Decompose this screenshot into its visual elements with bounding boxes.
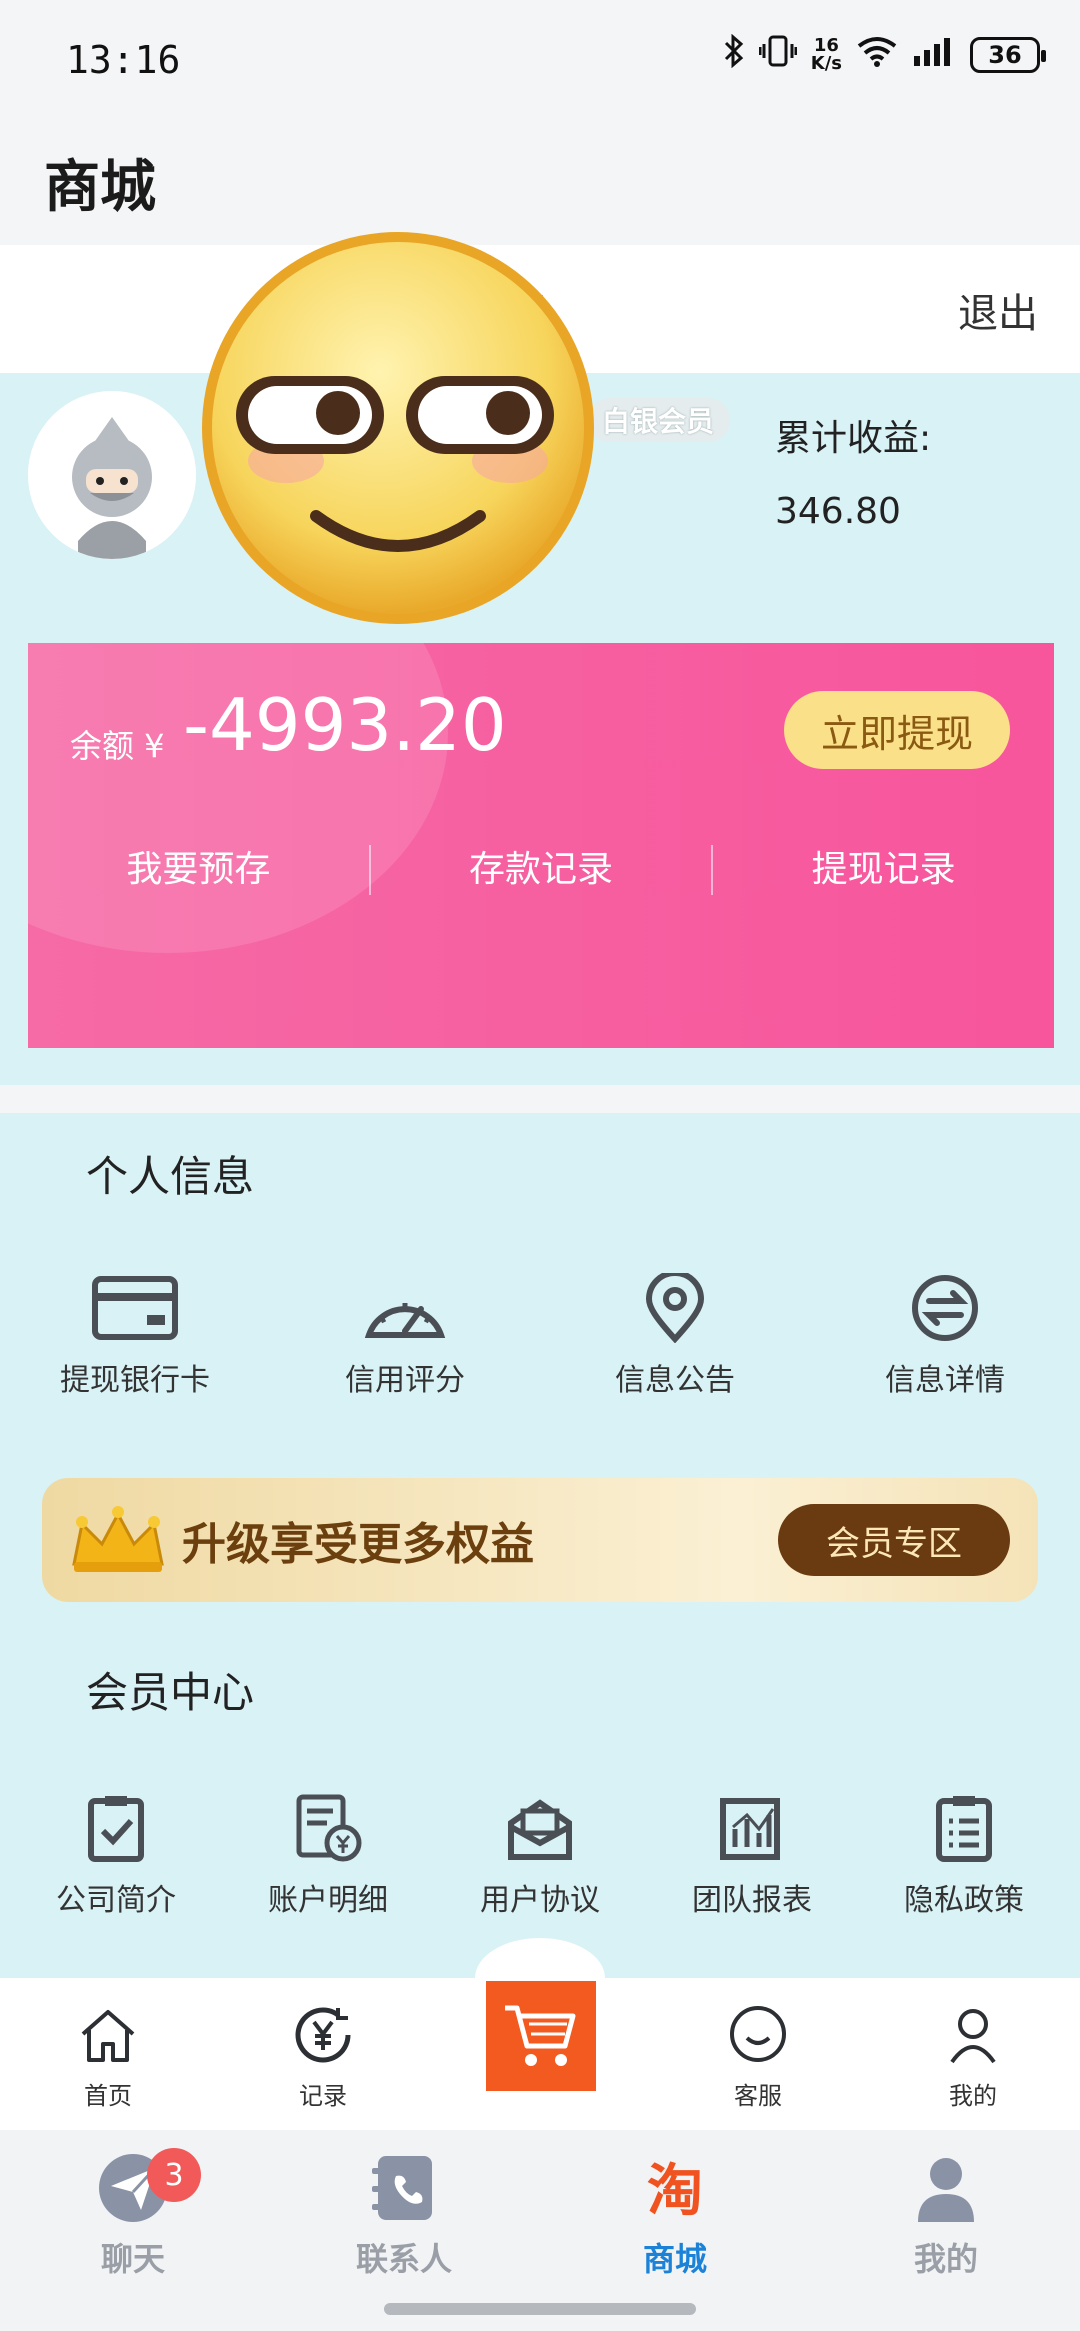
tab-chat-label: 聊天: [100, 2240, 165, 2278]
withdraw-records-button[interactable]: 提现记录: [713, 843, 1054, 897]
person-icon: [918, 2158, 974, 2222]
user-icon: [950, 2009, 996, 2064]
credit-score-entry[interactable]: 信用评分: [270, 1273, 540, 1399]
user-agreement-entry[interactable]: 用户协议: [434, 1793, 646, 1919]
account-details-label: 账户明细: [268, 1883, 388, 1918]
bank-card-label: 提现银行卡: [60, 1363, 210, 1398]
chat-unread-badge: 3: [147, 2148, 201, 2202]
location-pin-icon: [645, 1273, 705, 1343]
earnings-value: 346.80: [775, 491, 901, 532]
nav-records-label: 记录: [299, 2082, 347, 2110]
deposit-records-button[interactable]: 存款记录: [371, 843, 712, 897]
nav-home[interactable]: 首页: [48, 2004, 168, 2111]
status-bar: 13:16 16 K/s 36: [0, 0, 1080, 120]
list-icon: [936, 1796, 992, 1862]
avatar[interactable]: [28, 391, 196, 559]
announcements-label: 信息公告: [615, 1363, 735, 1398]
member-center-title: 会员中心: [86, 1668, 255, 1717]
home-icon: [81, 2010, 135, 2062]
prepay-button[interactable]: 我要预存: [28, 843, 369, 897]
vibrate-icon: [758, 34, 798, 76]
network-speed: 16 K/s: [811, 37, 842, 73]
bank-card-entry[interactable]: 提现银行卡: [0, 1273, 270, 1399]
vip-zone-button[interactable]: 会员专区: [778, 1504, 1010, 1576]
privacy-policy-label: 隐私政策: [904, 1883, 1024, 1918]
card-icon: [92, 1276, 178, 1340]
withdraw-now-button[interactable]: 立即提现: [784, 691, 1010, 769]
team-report-label: 团队报表: [692, 1883, 812, 1918]
clipboard-check-icon: [88, 1796, 144, 1862]
status-icons: 16 K/s 36: [723, 33, 1046, 76]
cart-icon: [505, 2005, 576, 2066]
network-speed-unit: K/s: [810, 53, 842, 74]
company-profile-label: 公司简介: [56, 1883, 176, 1918]
home-indicator[interactable]: [384, 2303, 696, 2315]
tab-me[interactable]: 我的: [866, 2152, 1026, 2280]
credit-score-label: 信用评分: [345, 1363, 465, 1398]
bill-icon: [296, 1794, 362, 1862]
wifi-icon: [856, 35, 898, 75]
info-details-label: 信息详情: [885, 1363, 1005, 1398]
info-details-entry[interactable]: 信息详情: [810, 1273, 1080, 1399]
member-level-badge: 白银会员: [588, 398, 731, 442]
bluetooth-icon: [723, 33, 745, 76]
team-report-entry[interactable]: 团队报表: [646, 1793, 858, 1919]
signal-icon: [912, 36, 956, 74]
app-tab-bar: 3 聊天 联系人 淘 商城 我的: [0, 2130, 1080, 2331]
personal-info-grid: 提现银行卡 信用评分 信息公告 信息详情: [0, 1273, 1080, 1399]
emoji-sticker: [196, 226, 600, 630]
content-area: 个人信息 提现银行卡 信用评分 信息公告 信息详情 升级享受更多权益 会员专区 …: [0, 1113, 1080, 1978]
nav-home-label: 首页: [84, 2082, 132, 2110]
upgrade-banner[interactable]: 升级享受更多权益 会员专区: [42, 1478, 1038, 1602]
member-center-grid: 公司简介 账户明细 用户协议 团队报表 隐私政策: [0, 1793, 1080, 1919]
chart-icon: [720, 1798, 780, 1860]
balance-value: -4993.20: [183, 683, 507, 767]
tab-chat[interactable]: 3 聊天: [53, 2148, 213, 2280]
cart-button[interactable]: [486, 1981, 596, 2091]
tao-icon: 淘: [647, 2159, 703, 2224]
tab-mall-label: 商城: [642, 2240, 707, 2278]
wallet-actions: 我要预存 存款记录 提现记录: [28, 843, 1054, 897]
logout-button[interactable]: 退出: [958, 281, 1038, 339]
tab-me-label: 我的: [913, 2240, 978, 2278]
battery-indicator: 36: [970, 37, 1046, 73]
status-time: 13:16: [66, 38, 181, 82]
tab-contacts-label: 联系人: [355, 2240, 452, 2278]
yuan-record-icon: [295, 2007, 351, 2063]
chat-bubble-icon: [730, 2006, 786, 2062]
member-badge-label: 白银会员: [602, 405, 715, 438]
envelope-icon: [508, 1799, 572, 1860]
earnings-label: 累计收益:: [775, 418, 932, 459]
wallet-card: 余额 ¥ -4993.20 立即提现 我要预存 存款记录 提现记录: [28, 643, 1054, 1048]
tab-contacts[interactable]: 联系人: [324, 2152, 484, 2280]
personal-info-title: 个人信息: [86, 1152, 255, 1201]
page-title: 商城: [44, 155, 156, 220]
gauge-icon: [364, 1303, 446, 1338]
upgrade-text: 升级享受更多权益: [182, 1519, 534, 1570]
swap-icon: [912, 1275, 978, 1341]
balance-label: 余额 ¥: [70, 727, 165, 765]
announcements-entry[interactable]: 信息公告: [540, 1273, 810, 1399]
svg-text:淘: 淘: [647, 2159, 703, 2224]
company-profile-entry[interactable]: 公司简介: [10, 1793, 222, 1919]
nav-records[interactable]: 记录: [263, 2004, 383, 2111]
nav-service[interactable]: 客服: [698, 2004, 818, 2111]
account-details-entry[interactable]: 账户明细: [222, 1793, 434, 1919]
privacy-policy-entry[interactable]: 隐私政策: [858, 1793, 1070, 1919]
crown-icon: [72, 1506, 164, 1572]
nav-service-label: 客服: [734, 2082, 782, 2110]
nav-mine-label: 我的: [949, 2082, 997, 2110]
tab-mall[interactable]: 淘 商城: [595, 2152, 755, 2280]
user-agreement-label: 用户协议: [480, 1883, 600, 1918]
contacts-icon: [372, 2156, 432, 2220]
nav-mine[interactable]: 我的: [913, 2004, 1033, 2111]
